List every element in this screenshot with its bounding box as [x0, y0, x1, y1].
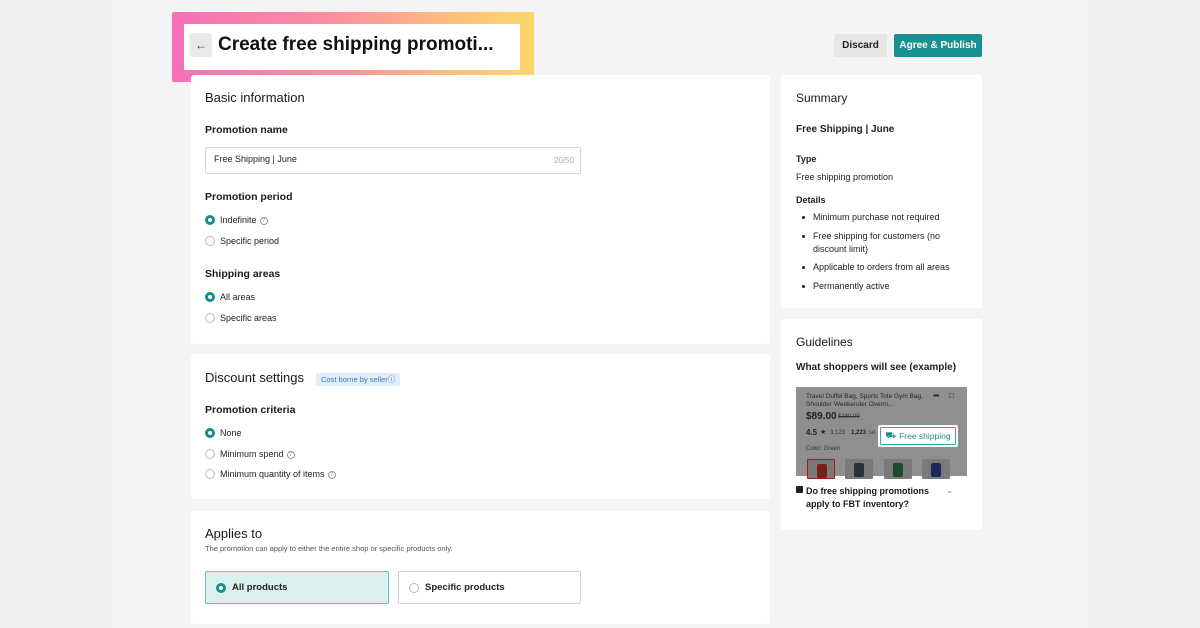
list-item: Applicable to orders from all areas — [796, 261, 971, 274]
option-specific-products[interactable]: Specific products — [398, 571, 581, 604]
promotion-name-label: Promotion name — [205, 124, 288, 136]
summary-type-value: Free shipping promotion — [796, 172, 894, 182]
promotion-period-label: Promotion period — [205, 191, 293, 203]
help-icon[interactable]: ? — [286, 450, 295, 459]
preview-sold-suffix: so — [869, 430, 876, 436]
preview-color-label: Color: Green — [806, 446, 841, 452]
preview-reviews: 3,123 — [830, 430, 846, 436]
radio-none[interactable] — [205, 428, 215, 438]
chevron-down-icon[interactable]: ⌄ — [946, 485, 954, 496]
list-item: Permanently active — [796, 280, 971, 293]
promotion-name-input[interactable] — [214, 154, 514, 164]
option-all-products[interactable]: All products — [205, 571, 389, 604]
summary-details-list: Minimum purchase not required Free shipp… — [796, 211, 971, 298]
help-icon[interactable]: ? — [259, 216, 268, 225]
option-all-areas-label[interactable]: All areas — [220, 292, 255, 302]
radio-specific-period[interactable] — [205, 236, 215, 246]
promotion-name-field[interactable]: 20/50 — [205, 147, 581, 174]
back-button[interactable]: ← — [190, 33, 212, 57]
guidelines-heading: Guidelines — [796, 335, 853, 349]
preview-price: $89.00 — [806, 411, 837, 422]
radio-minimum-spend[interactable] — [205, 449, 215, 459]
preview-original-price: $180.00 — [838, 414, 860, 420]
summary-type-label: Type — [796, 154, 817, 164]
faq-bullet-icon — [796, 486, 803, 493]
radio-all-areas[interactable] — [205, 292, 215, 302]
color-swatch-dark — [845, 459, 873, 479]
preview-product-title: Travel Duffel Bag, Sports Tote Gym Bag, … — [806, 393, 923, 408]
option-indefinite-label: Indefinite — [220, 215, 257, 225]
cost-borne-badge: Cost borne by sellerⓘ — [316, 373, 401, 386]
radio-specific-areas[interactable] — [205, 313, 215, 323]
applies-to-description: The promotion can apply to either the en… — [205, 544, 453, 553]
color-swatch-red — [807, 459, 835, 479]
discard-button[interactable]: Discard — [834, 34, 887, 57]
page-title: Create free shipping promoti... — [218, 34, 494, 55]
radio-indefinite[interactable] — [205, 215, 215, 225]
option-specific-areas-label[interactable]: Specific areas — [220, 313, 277, 323]
color-swatch-green — [884, 459, 912, 479]
option-none-label[interactable]: None — [220, 428, 242, 438]
cost-borne-badge-text: Cost borne by seller — [321, 375, 388, 384]
bookmark-icon: □ — [949, 391, 954, 400]
help-icon[interactable]: ? — [327, 470, 336, 479]
share-icon: ➦ — [933, 391, 940, 400]
summary-details-label: Details — [796, 195, 826, 205]
preview-rating: 4.5 — [806, 428, 818, 437]
free-shipping-tag-label: Free shipping — [899, 431, 951, 441]
faq-question: Do free shipping promotions apply to FBT… — [806, 486, 929, 509]
info-icon: ⓘ — [387, 375, 396, 384]
shipping-areas-label: Shipping areas — [205, 268, 281, 280]
summary-promotion-name: Free Shipping | June — [796, 124, 895, 135]
basic-information-heading: Basic information — [205, 90, 305, 105]
radio-specific-products[interactable] — [409, 582, 419, 593]
applies-to-card — [191, 511, 770, 624]
guidelines-subheading: What shoppers will see (example) — [796, 362, 957, 373]
radio-all-products[interactable] — [216, 582, 226, 593]
radio-minimum-quantity[interactable] — [205, 469, 215, 479]
option-minimum-spend-label: Minimum spend — [220, 449, 284, 459]
option-minimum-quantity[interactable]: Minimum quantity of items? — [220, 469, 336, 479]
summary-heading: Summary — [796, 91, 848, 105]
option-indefinite[interactable]: Indefinite? — [220, 215, 268, 225]
color-swatch-navy — [922, 459, 950, 479]
option-minimum-spend[interactable]: Minimum spend? — [220, 449, 295, 459]
list-item: Free shipping for customers (no discount… — [796, 230, 971, 256]
option-minimum-quantity-label: Minimum quantity of items — [220, 469, 325, 479]
arrow-left-icon: ← — [195, 38, 207, 52]
discount-settings-heading: Discount settings — [205, 370, 304, 385]
truck-icon: ⛟ — [885, 430, 897, 440]
option-specific-products-label: Specific products — [425, 582, 505, 593]
applies-to-heading: Applies to — [205, 526, 263, 541]
option-specific-period-label[interactable]: Specific period — [220, 236, 279, 246]
agree-publish-button[interactable]: Agree & Publish — [894, 34, 982, 57]
basic-information-card — [191, 75, 770, 344]
promotion-criteria-label: Promotion criteria — [205, 404, 296, 416]
list-item: Minimum purchase not required — [796, 211, 971, 224]
free-shipping-tag: ⛟ Free shipping — [878, 425, 958, 447]
star-icon: ★ — [820, 429, 827, 436]
preview-sold: 1,223 — [851, 430, 867, 436]
character-counter: 20/50 — [553, 156, 574, 165]
option-all-products-label: All products — [232, 582, 288, 593]
